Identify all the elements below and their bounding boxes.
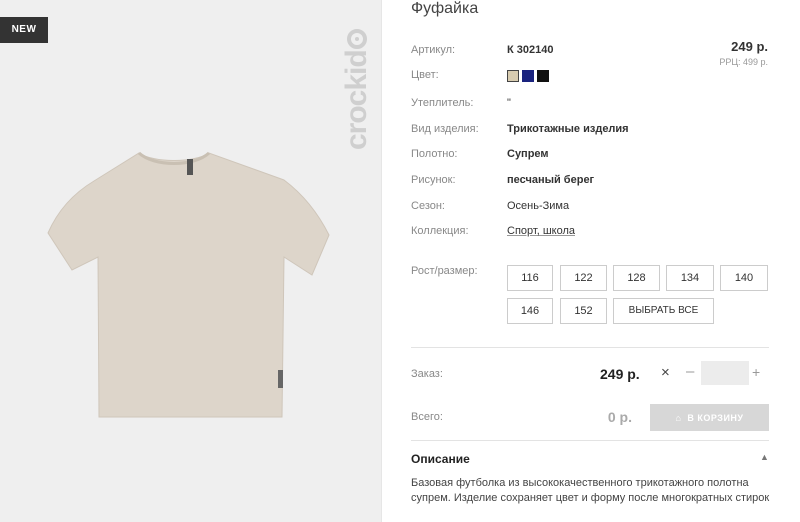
spec-label-insulation: Утеплитель: <box>411 97 474 109</box>
product-title: Фуфайка <box>411 0 479 17</box>
product-photo[interactable] <box>44 145 334 425</box>
total-label: Всего: <box>411 411 443 423</box>
select-all-sizes-button[interactable]: ВЫБРАТЬ ВСЕ <box>613 298 714 324</box>
divider-order <box>411 347 769 348</box>
size-134-button[interactable]: 134 <box>666 265 714 291</box>
brand-logo: crockid <box>340 29 374 150</box>
add-to-cart-label: В КОРЗИНУ <box>687 412 744 423</box>
spec-label-collection: Коллекция: <box>411 225 469 237</box>
color-swatch-black[interactable] <box>537 70 549 82</box>
increase-quantity-button[interactable]: + <box>752 364 760 380</box>
divider-description <box>411 440 769 441</box>
spec-label-color: Цвет: <box>411 69 439 81</box>
spec-value-insulation: " <box>507 97 511 109</box>
add-to-cart-button[interactable]: ⌂ В КОРЗИНУ <box>650 404 769 431</box>
product-image-area: NEW crockid <box>0 0 381 522</box>
spec-label-fabric: Полотно: <box>411 148 458 160</box>
size-146-button[interactable]: 146 <box>507 298 553 324</box>
recommended-price: РРЦ: 499 р. <box>719 57 768 67</box>
spec-value-fabric: Супрем <box>507 148 549 160</box>
size-116-button[interactable]: 116 <box>507 265 553 291</box>
size-122-button[interactable]: 122 <box>560 265 607 291</box>
brand-logo-text: crockid <box>340 50 373 150</box>
spec-value-season: Осень-Зима <box>507 200 570 212</box>
spec-label-article: Артикул: <box>411 44 456 56</box>
spec-value-article: К 302140 <box>507 44 554 56</box>
multiply-icon: × <box>661 364 670 381</box>
cart-icon: ⌂ <box>675 412 682 423</box>
order-label: Заказ: <box>411 368 443 380</box>
product-price: 249 р. <box>731 39 768 54</box>
collection-link[interactable]: Спорт, школа <box>507 225 575 237</box>
size-140-button[interactable]: 140 <box>720 265 768 291</box>
quantity-input[interactable] <box>701 361 749 385</box>
collapse-caret-icon[interactable]: ▲ <box>760 452 769 462</box>
spec-label-print: Рисунок: <box>411 174 456 186</box>
spec-label-season: Сезон: <box>411 200 445 212</box>
spec-value-print: песчаный берег <box>507 174 595 186</box>
spec-value-type: Трикотажные изделия <box>507 123 629 135</box>
brand-logo-mark <box>347 29 367 50</box>
decrease-quantity-button[interactable]: – <box>686 363 694 380</box>
size-128-button[interactable]: 128 <box>613 265 660 291</box>
size-152-button[interactable]: 152 <box>560 298 607 324</box>
color-swatch-navy[interactable] <box>522 70 534 82</box>
order-unit-price: 249 р. <box>600 366 640 382</box>
panel-divider <box>381 0 382 522</box>
spec-label-type: Вид изделия: <box>411 123 479 135</box>
new-badge: NEW <box>0 17 48 43</box>
description-text: Базовая футболка из высококачественного … <box>411 477 770 504</box>
size-label: Рост/размер: <box>411 265 478 277</box>
color-swatch-beige[interactable] <box>507 70 519 82</box>
description-heading[interactable]: Описание <box>411 452 470 466</box>
total-value: 0 р. <box>607 409 632 425</box>
